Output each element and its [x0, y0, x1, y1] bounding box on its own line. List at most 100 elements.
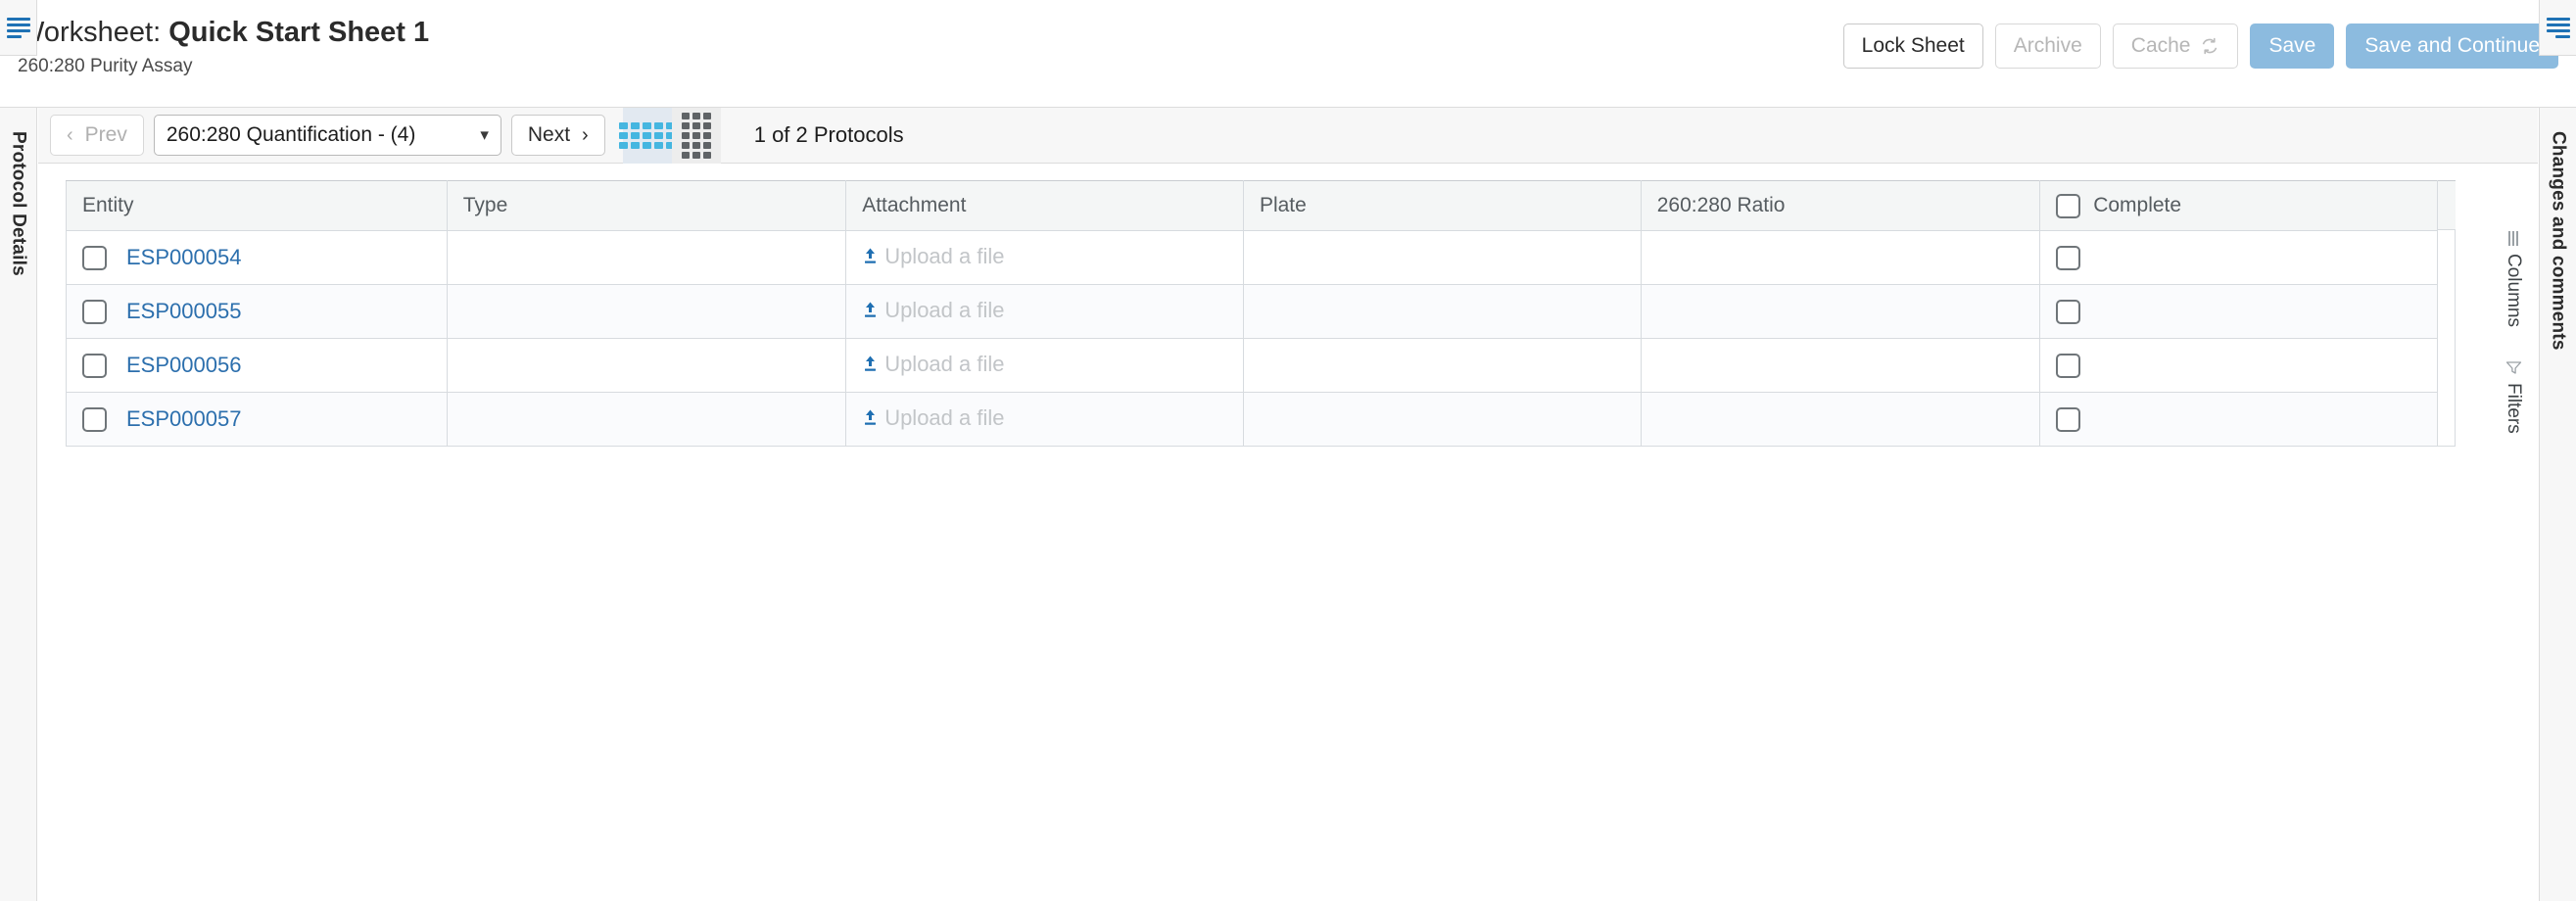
tall-grid-view-button[interactable] [671, 107, 721, 164]
upload-a-file-label: Upload a file [884, 351, 1005, 376]
wide-grid-view-button[interactable] [619, 107, 676, 164]
complete-checkbox[interactable] [2056, 406, 2081, 432]
table-edge-column-header [2438, 180, 2456, 230]
upload-a-file-button[interactable]: Upload a file [862, 298, 1005, 323]
changes-and-comments-rail: Changes and comments [2539, 108, 2576, 901]
complete-checkbox[interactable] [2056, 245, 2081, 270]
wide-grid-icon [619, 121, 676, 149]
funnel-icon [2505, 360, 2522, 375]
cell-plate[interactable] [1242, 338, 1642, 393]
table-body: ESP000054 Upload a file ESP000055 Upload… [66, 230, 2438, 447]
cell-complete [2039, 230, 2438, 285]
column-header-attachment-label: Attachment [862, 194, 967, 216]
filters-label: Filters [2504, 382, 2524, 434]
cell-plate[interactable] [1242, 392, 1642, 447]
upload-a-file-button[interactable]: Upload a file [862, 244, 1005, 269]
cell-ratio[interactable] [1640, 392, 2041, 447]
table-row: ESP000057 Upload a file [66, 392, 2438, 447]
column-header-plate[interactable]: Plate [1242, 180, 1642, 231]
table-row: ESP000056 Upload a file [66, 338, 2438, 393]
prev-protocol-button[interactable]: ‹ Prev [50, 115, 144, 156]
column-header-entity-label: Entity [82, 194, 134, 216]
protocol-select[interactable]: 260:280 Quantification - (4) ▾ [153, 115, 501, 156]
protocol-toolbar: ‹ Prev 260:280 Quantification - (4) ▾ Ne… [38, 107, 2538, 164]
row-select-checkbox[interactable] [82, 245, 107, 270]
next-protocol-button[interactable]: Next › [510, 115, 605, 156]
entity-link[interactable]: ESP000057 [126, 406, 241, 432]
columns-label: Columns [2504, 254, 2524, 327]
header-titles: Worksheet: Quick Start Sheet 1 260:280 P… [18, 17, 430, 77]
entity-table: Entity Type Attachment Plate 260:280 Rat… [66, 180, 2438, 447]
cell-entity: ESP000057 [66, 392, 448, 447]
cell-ratio[interactable] [1640, 284, 2041, 339]
table-wrap: Entity Type Attachment Plate 260:280 Rat… [66, 180, 2456, 447]
entity-link[interactable]: ESP000056 [126, 353, 241, 378]
upload-icon [862, 355, 879, 374]
lock-sheet-button[interactable]: Lock Sheet [1842, 24, 1983, 69]
worksheet-label: Worksheet: [18, 17, 162, 48]
cell-type[interactable] [446, 338, 847, 393]
row-select-checkbox[interactable] [82, 406, 107, 432]
row-select-checkbox[interactable] [82, 353, 107, 378]
table-row: ESP000055 Upload a file [66, 284, 2438, 339]
save-button[interactable]: Save [2250, 24, 2335, 69]
worksheet-app: Worksheet: Quick Start Sheet 1 260:280 P… [0, 0, 2576, 901]
upload-icon [862, 247, 879, 266]
filters-toggle[interactable]: Filters [2503, 360, 2524, 434]
entity-link[interactable]: ESP000055 [126, 299, 241, 324]
protocol-details-rail: Protocol Details [0, 108, 37, 901]
upload-a-file-button[interactable]: Upload a file [862, 405, 1005, 431]
worksheet-name: Quick Start Sheet 1 [168, 17, 430, 48]
cell-complete [2039, 284, 2438, 339]
right-panel-toggle[interactable] [2539, 0, 2576, 56]
cell-attachment[interactable]: Upload a file [845, 284, 1244, 339]
complete-checkbox[interactable] [2056, 299, 2081, 324]
cell-complete [2039, 338, 2438, 393]
cell-attachment[interactable]: Upload a file [845, 338, 1244, 393]
cell-type[interactable] [446, 392, 847, 447]
column-header-ratio[interactable]: 260:280 Ratio [1640, 180, 2041, 231]
archive-button[interactable]: Archive [1994, 24, 2101, 69]
header-actions: Lock Sheet Archive Cache Save Save and C… [1842, 24, 2558, 69]
table-header-row: Entity Type Attachment Plate 260:280 Rat… [66, 180, 2438, 231]
cache-button[interactable]: Cache [2112, 24, 2239, 69]
upload-a-file-button[interactable]: Upload a file [862, 351, 1005, 377]
cell-ratio[interactable] [1640, 338, 2041, 393]
cell-plate[interactable] [1242, 230, 1642, 285]
cell-complete [2039, 392, 2438, 447]
upload-icon [862, 408, 879, 428]
cell-type[interactable] [446, 284, 847, 339]
save-and-continue-button[interactable]: Save and Continue [2346, 24, 2558, 69]
complete-checkbox[interactable] [2056, 353, 2081, 378]
cell-attachment[interactable]: Upload a file [845, 230, 1244, 285]
cell-entity: ESP000054 [66, 230, 448, 285]
column-header-plate-label: Plate [1259, 194, 1307, 216]
column-header-attachment[interactable]: Attachment [845, 180, 1244, 231]
column-header-complete[interactable]: Complete [2039, 180, 2438, 231]
table-side-strip: Columns Filters [2493, 180, 2534, 434]
changes-and-comments-label: Changes and comments [2548, 131, 2569, 351]
page-header: Worksheet: Quick Start Sheet 1 260:280 P… [0, 0, 2576, 108]
row-select-checkbox[interactable] [82, 299, 107, 324]
cell-plate[interactable] [1242, 284, 1642, 339]
column-header-entity[interactable]: Entity [66, 180, 448, 231]
cell-type[interactable] [446, 230, 847, 285]
hamburger-menu-icon [2546, 18, 2570, 38]
entity-link[interactable]: ESP000054 [126, 245, 241, 270]
chevron-down-icon: ▾ [480, 125, 489, 144]
next-protocol-label: Next [527, 123, 571, 146]
page-title: Worksheet: Quick Start Sheet 1 [18, 17, 430, 49]
column-header-type[interactable]: Type [446, 180, 847, 231]
protocol-count: 1 of 2 Protocols [753, 122, 904, 147]
protocol-select-value: 260:280 Quantification - (4) [166, 123, 416, 146]
table-head: Entity Type Attachment Plate 260:280 Rat… [66, 180, 2438, 231]
column-header-type-label: Type [462, 194, 508, 216]
select-all-complete-checkbox[interactable] [2056, 193, 2081, 218]
columns-toggle[interactable]: Columns [2503, 231, 2524, 327]
column-header-ratio-label: 260:280 Ratio [1656, 194, 1786, 216]
table-row: ESP000054 Upload a file [66, 230, 2438, 285]
cell-attachment[interactable]: Upload a file [845, 392, 1244, 447]
left-panel-toggle[interactable] [0, 0, 37, 56]
cell-ratio[interactable] [1640, 230, 2041, 285]
worksheet-sheet: Entity Type Attachment Plate 260:280 Rat… [66, 180, 2524, 447]
